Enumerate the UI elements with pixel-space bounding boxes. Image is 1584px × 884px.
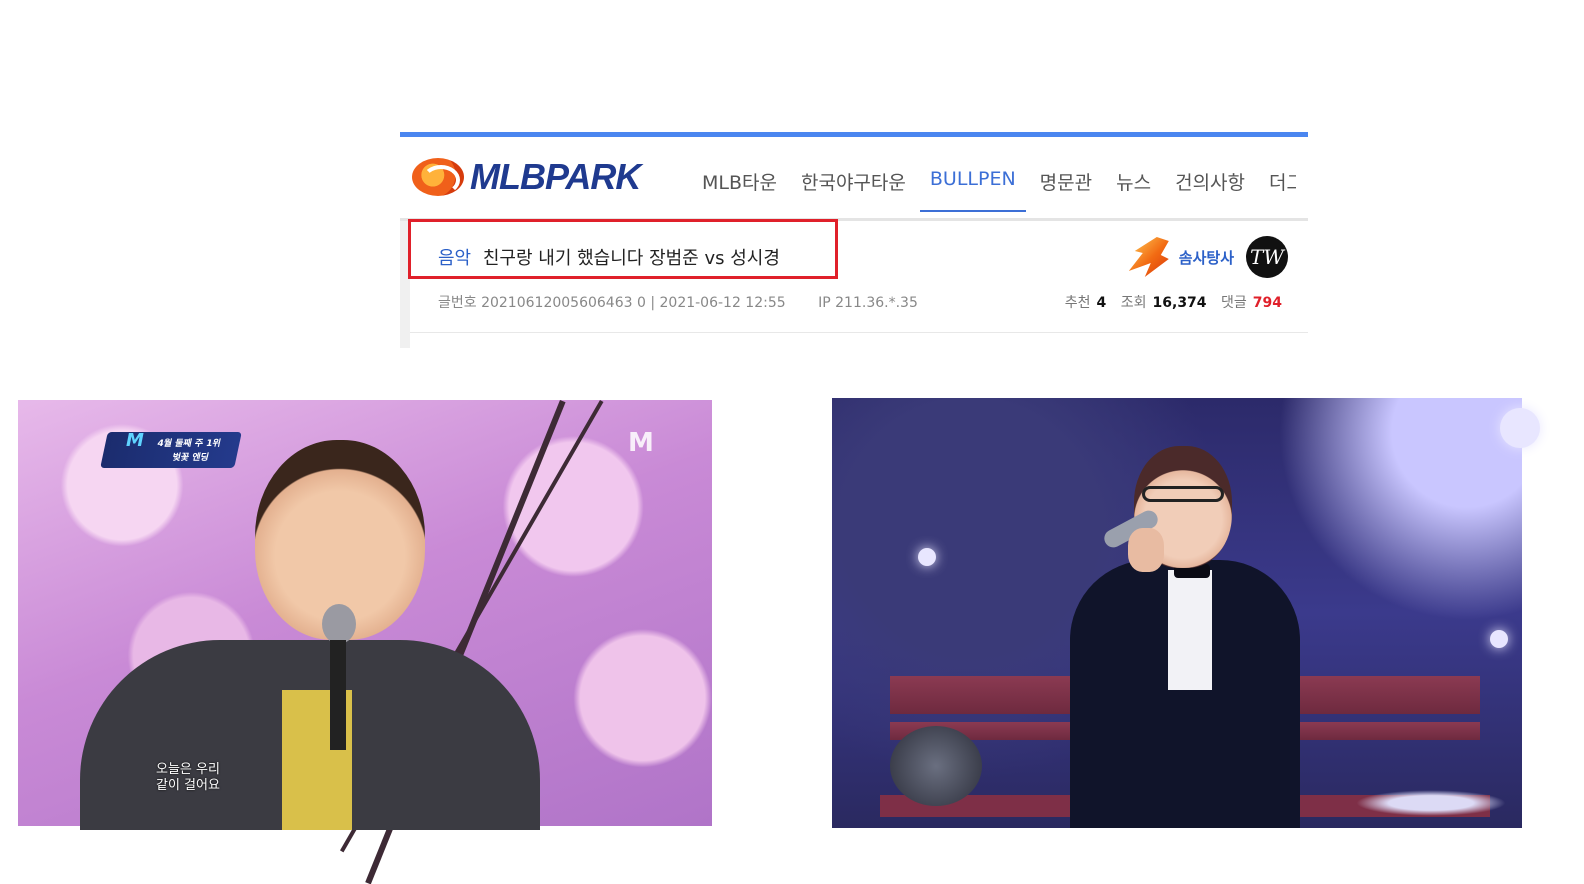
comments-count: 794	[1252, 295, 1282, 311]
post-meta: 글번호 20210612005606463 0 | 2021-06-12 12:…	[438, 295, 918, 311]
title-highlight-box	[408, 219, 838, 279]
recommend-label: 추천	[1064, 295, 1091, 311]
author-name[interactable]: 솜사탕사	[1179, 247, 1234, 268]
glasses	[1142, 486, 1224, 502]
views-label: 조회	[1120, 295, 1147, 311]
author-info[interactable]: 솜사탕사 TW	[1128, 236, 1288, 278]
screenshot-card: MLBPARK MLB타운 한국야구타운 BULLPEN 명문관 뉴스 건의사항…	[400, 132, 1308, 348]
microphone-icon	[322, 604, 356, 644]
comments-label: 댓글	[1221, 295, 1247, 311]
views-count: 16,374	[1152, 295, 1207, 311]
post-number: 글번호 20210612005606463 0	[438, 295, 646, 311]
broadcast-song-text: 벚꽃 엔딩	[171, 453, 210, 463]
lyrics-line-2: 같이 걸어요	[156, 778, 220, 793]
top-accent-bar	[400, 132, 1308, 137]
twice-badge-icon: TW	[1246, 236, 1288, 278]
post-stats: 추천 4 조회 16,374 댓글 794	[1065, 292, 1282, 312]
post-header-divider	[410, 332, 1308, 333]
nav-item-mlbtown[interactable]: MLB타운	[690, 168, 789, 212]
nav-item-bullpen[interactable]: BULLPEN	[918, 168, 1028, 212]
nav-item-suggestions[interactable]: 건의사항	[1163, 168, 1257, 212]
nav-item-dugout[interactable]: 더그아웃	[1257, 168, 1296, 212]
nav-item-news[interactable]: 뉴스	[1104, 168, 1163, 212]
mcountdown-logo: M	[126, 430, 144, 451]
mic-stand	[330, 640, 346, 750]
stage-light	[918, 548, 936, 566]
logo-text: MLBPARK	[470, 156, 641, 197]
badge-text: TW	[1250, 245, 1284, 269]
lyrics-subtitle: 오늘은 우리 같이 걸어요	[156, 762, 220, 794]
baseball-logo-icon	[412, 158, 464, 196]
recommend-count: 4	[1096, 295, 1107, 311]
stage-light-3	[1500, 408, 1540, 448]
post-ip: IP 211.36.*.35	[818, 295, 918, 311]
broadcast-badge: 4월 둘째 주 1위 벚꽃 엔딩	[100, 432, 242, 468]
main-nav: MLB타운 한국야구타운 BULLPEN 명문관 뉴스 건의사항 더그아웃	[690, 168, 1296, 212]
broadcast-rank-text: 4월 둘째 주 1위	[156, 439, 222, 449]
stage-light-2	[1490, 630, 1508, 648]
flower-bouquet	[1356, 790, 1506, 816]
lyrics-line-1: 오늘은 우리	[156, 762, 220, 777]
site-logo[interactable]: MLBPARK	[412, 156, 641, 198]
singer-hand	[1128, 528, 1164, 572]
nav-item-kbo-town[interactable]: 한국야구타운	[789, 168, 918, 212]
fire-level-icon	[1128, 237, 1169, 277]
nav-item-hall-of-fame[interactable]: 명문관	[1028, 168, 1104, 212]
post-datetime: 2021-06-12 12:55	[659, 295, 786, 311]
wicker-bag	[890, 726, 982, 806]
singer-white-shirt	[1168, 570, 1212, 690]
mnet-watermark: M	[628, 428, 654, 458]
